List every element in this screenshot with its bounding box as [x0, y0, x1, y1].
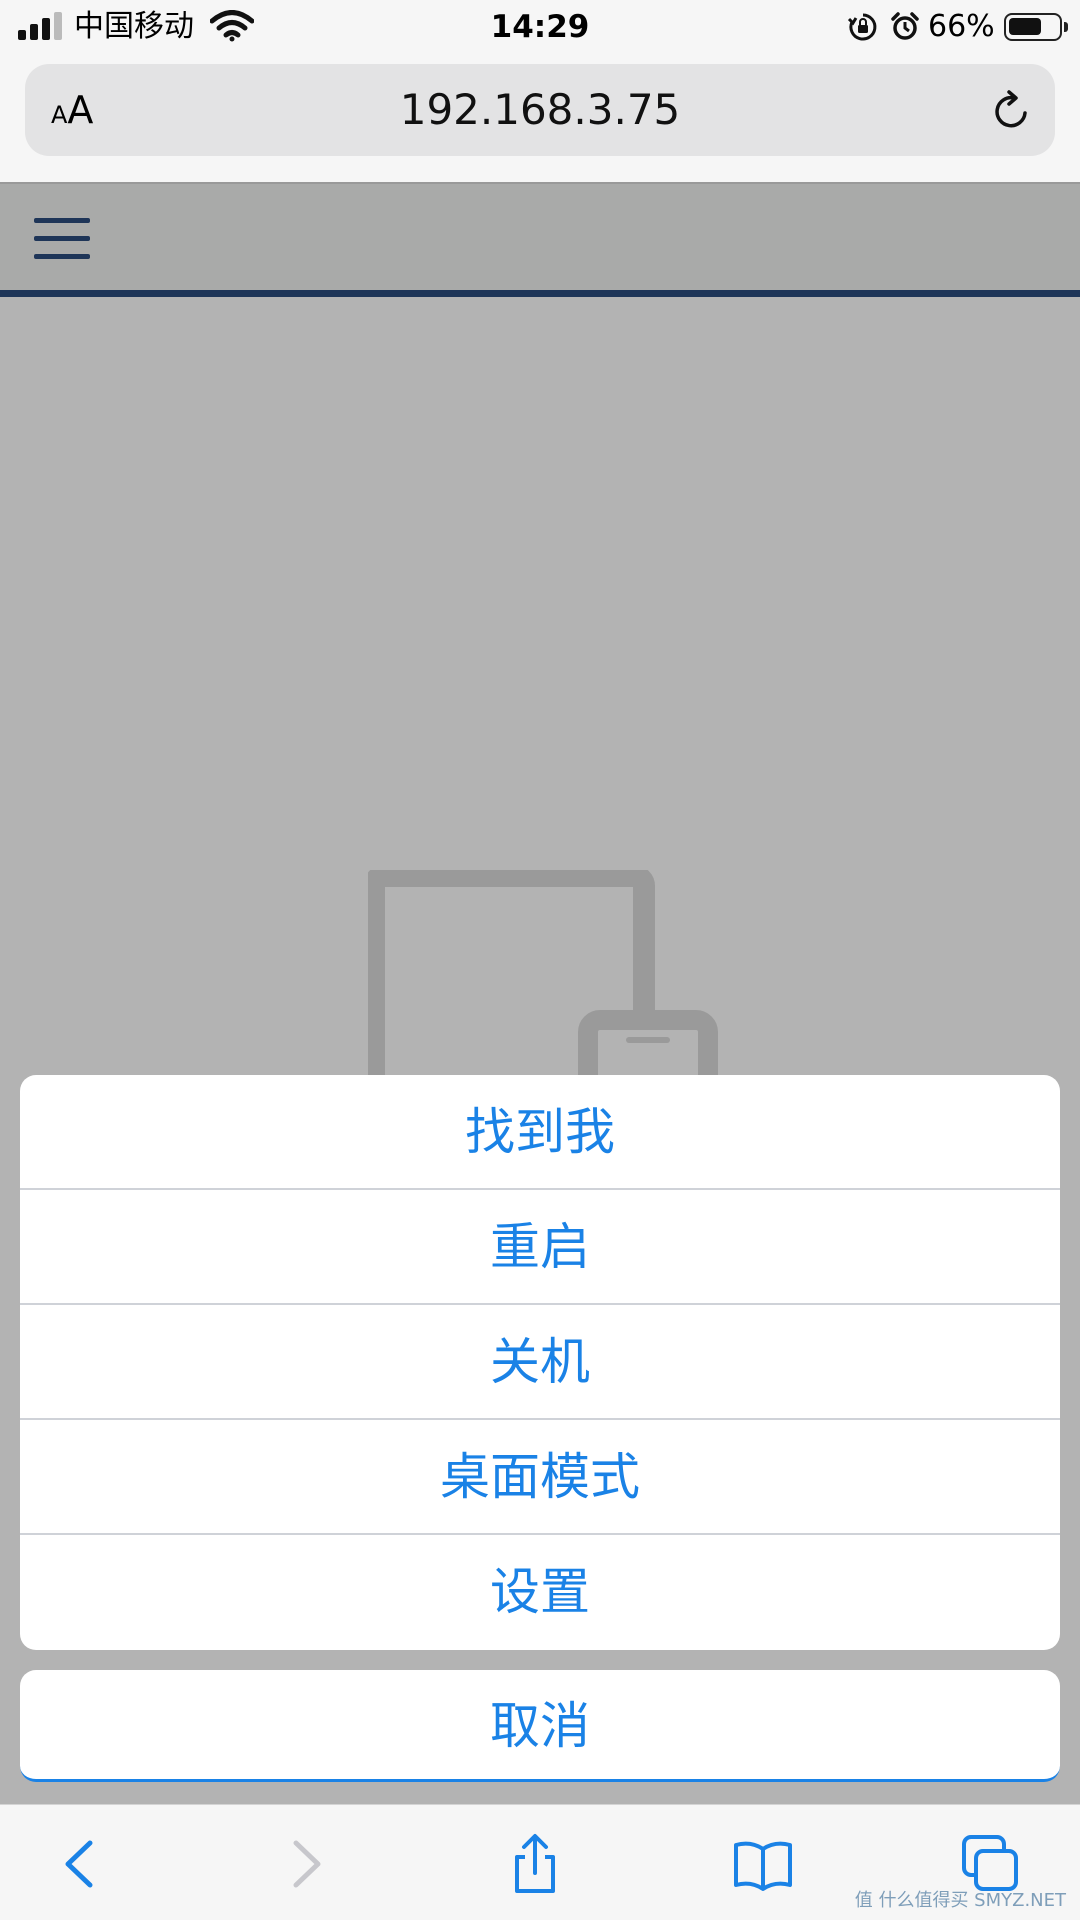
header-divider — [0, 290, 1080, 297]
wifi-icon — [210, 10, 254, 42]
action-sheet: 找到我 重启 关机 桌面模式 设置 — [20, 1075, 1060, 1650]
status-bar: 中国移动 14:29 66% — [0, 0, 1080, 56]
watermark: 值 什么值得买 SMYZ.NET — [854, 1890, 1066, 1911]
safari-address-area: AA 192.168.3.75 — [0, 56, 1080, 182]
reload-icon[interactable] — [989, 88, 1035, 134]
battery-fill — [1009, 18, 1041, 35]
orientation-lock-icon — [848, 13, 877, 41]
action-restart[interactable]: 重启 — [20, 1190, 1060, 1305]
action-find-me[interactable]: 找到我 — [20, 1075, 1060, 1190]
text-size-large-label: A — [67, 88, 94, 132]
address-bar[interactable]: AA 192.168.3.75 — [25, 64, 1055, 156]
url-text[interactable]: 192.168.3.75 — [225, 86, 855, 134]
safari-toolbar: 值 什么值得买 SMYZ.NET — [0, 1804, 1080, 1920]
back-icon[interactable] — [50, 1833, 110, 1895]
text-size-small-label: A — [51, 101, 68, 129]
forward-icon[interactable] — [276, 1833, 336, 1895]
action-settings[interactable]: 设置 — [20, 1535, 1060, 1650]
action-shutdown[interactable]: 关机 — [20, 1305, 1060, 1420]
cancel-button[interactable]: 取消 — [20, 1670, 1060, 1782]
carrier-name: 中国移动 — [74, 9, 194, 44]
web-header — [0, 182, 1080, 290]
bookmarks-icon[interactable] — [733, 1833, 793, 1895]
signal-icon — [18, 12, 64, 40]
alarm-icon — [891, 12, 919, 40]
text-size-button[interactable]: AA — [51, 90, 93, 130]
action-desktop-mode[interactable]: 桌面模式 — [20, 1420, 1060, 1535]
hamburger-menu-icon[interactable] — [34, 218, 90, 260]
battery-icon — [1004, 13, 1068, 41]
status-time: 14:29 — [490, 9, 590, 45]
share-icon[interactable] — [505, 1833, 565, 1895]
battery-percentage: 66% — [928, 9, 995, 44]
